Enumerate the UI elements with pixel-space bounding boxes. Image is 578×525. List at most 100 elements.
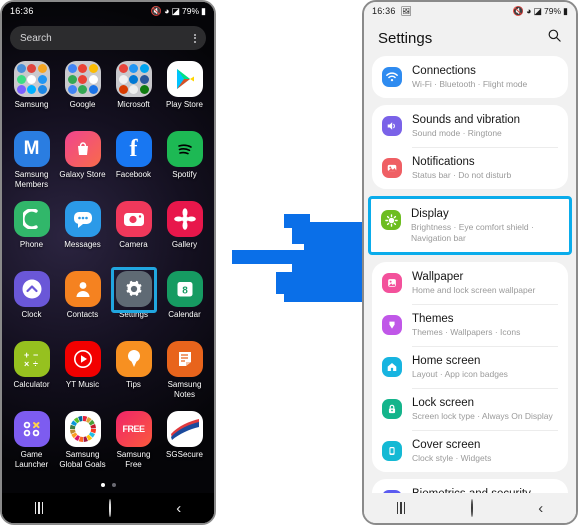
app-spotify[interactable]: Spotify (159, 128, 210, 194)
app-samsung-members[interactable]: M Samsung Members (6, 128, 57, 194)
app-label: Samsung Global Goals (59, 450, 106, 469)
app-label: SGSecure (166, 450, 203, 459)
kebab-menu-icon[interactable] (194, 33, 196, 43)
settings-row-subtitle: Brightness · Eye comfort shield · Naviga… (411, 222, 534, 243)
app-galaxy-store[interactable]: Galaxy Store (57, 128, 108, 194)
app-camera[interactable]: Camera (108, 198, 159, 264)
mute-icon: 🔇 (150, 5, 163, 16)
calculator-icon: + − × ÷ (13, 341, 50, 377)
left-nav-bar: ‹ (2, 493, 214, 523)
back-icon[interactable]: ‹ (538, 501, 543, 516)
settings-row-sounds-and-vibration[interactable]: Sounds and vibration Sound mode · Rington… (372, 105, 568, 147)
samsung-members-icon: M (13, 131, 50, 167)
settings-row-title: Sounds and vibration (412, 114, 521, 126)
settings-row-notifications[interactable]: Notifications Status bar · Do not disturb (372, 147, 568, 189)
app-label: Messages (64, 240, 101, 249)
google-icon (64, 61, 101, 97)
settings-row-text: Wallpaper Home and lock screen wallpaper (412, 270, 558, 296)
settings-icon (115, 271, 152, 307)
settings-row-title: Display (411, 208, 449, 220)
status-icons: 🔇 ◕ ◪ 79% ▮ (513, 6, 568, 16)
app-game-launcher[interactable]: Game Launcher (6, 408, 57, 474)
app-label: Spotify (172, 170, 197, 179)
volume-icon (382, 116, 402, 136)
app-calculator[interactable]: + − × ÷ Calculator (6, 338, 57, 404)
settings-row-lock-screen[interactable]: Lock screen Screen lock type · Always On … (372, 388, 568, 430)
app-settings[interactable]: Settings (108, 267, 159, 334)
settings-row-home-screen[interactable]: Home screen Layout · App icon badges (372, 346, 568, 388)
recents-icon[interactable] (396, 502, 406, 514)
wifi-icon: ◕ (526, 5, 532, 16)
home-icon[interactable] (108, 499, 111, 517)
recents-icon[interactable] (34, 502, 44, 514)
right-nav-bar: ‹ (364, 493, 576, 523)
app-samsung-global-goals[interactable]: Samsung Global Goals (57, 408, 108, 474)
themes-icon (382, 315, 402, 335)
app-contacts[interactable]: Contacts (57, 268, 108, 334)
settings-row-display[interactable]: Display Brightness · Eye comfort shield ·… (371, 199, 569, 252)
wifi-icon: ◕ (164, 5, 170, 16)
svg-text:÷: ÷ (33, 359, 38, 369)
settings-row-connections[interactable]: Connections Wi-Fi · Bluetooth · Flight mo… (372, 56, 568, 98)
app-label: Tips (126, 380, 141, 389)
settings-row-subtitle: Wi-Fi · Bluetooth · Flight mode (412, 79, 528, 89)
settings-row-subtitle: Layout · App icon badges (412, 369, 508, 379)
search-input[interactable]: Search (10, 26, 206, 50)
app-samsung-free[interactable]: FREE Samsung Free (108, 408, 159, 474)
app-tips[interactable]: Tips (108, 338, 159, 404)
app-yt-music[interactable]: YT Music (57, 338, 108, 404)
samsung-icon (13, 61, 50, 97)
signal-icon: ◪ (533, 5, 543, 16)
app-phone[interactable]: Phone (6, 198, 57, 264)
mute-icon: 🔇 (512, 5, 525, 16)
settings-row-subtitle: Screen lock type · Always On Display (412, 411, 553, 421)
settings-row-text: Home screen Layout · App icon badges (412, 354, 558, 380)
app-play-store[interactable]: Play Store (159, 58, 210, 124)
search-icon[interactable] (547, 28, 562, 48)
app-label: Samsung Free (116, 450, 151, 469)
app-label: Camera (119, 240, 148, 249)
back-icon[interactable]: ‹ (176, 501, 181, 516)
page-title: Settings (378, 29, 433, 47)
app-gallery[interactable]: Gallery (159, 198, 210, 264)
home-icon[interactable] (470, 499, 473, 517)
battery-percent: 79% (544, 6, 562, 16)
calendar-icon: 8 (166, 271, 203, 307)
settings-row-themes[interactable]: Themes Themes · Wallpapers · Icons (372, 304, 568, 346)
settings-list[interactable]: Connections Wi-Fi · Bluetooth · Flight mo… (364, 56, 576, 493)
settings-card-highlighted: Display Brightness · Eye comfort shield ·… (368, 196, 572, 255)
samsung-global-goals-icon (64, 411, 101, 447)
settings-card: Connections Wi-Fi · Bluetooth · Flight mo… (372, 56, 568, 98)
battery-icon: ▮ (201, 5, 206, 16)
samsung-free-icon: FREE (115, 411, 152, 447)
page-dot[interactable] (111, 483, 116, 487)
app-grid: Samsung Google Microsoft Play Store M Samsung… (6, 58, 210, 474)
app-calendar[interactable]: 8 Calendar (159, 268, 210, 334)
app-samsung[interactable]: Samsung (6, 58, 57, 124)
app-samsung-notes[interactable]: Samsung Notes (159, 338, 210, 404)
app-sgsecure[interactable]: SGSecure (159, 408, 210, 474)
app-label: Contacts (66, 310, 99, 319)
app-messages[interactable]: Messages (57, 198, 108, 264)
app-google[interactable]: Google (57, 58, 108, 124)
settings-row-text: Cover screen Clock style · Widgets (412, 438, 558, 464)
app-clock[interactable]: Clock (6, 268, 57, 334)
status-clock: 16:36 (10, 6, 34, 16)
settings-row-subtitle: Clock style · Widgets (412, 453, 492, 463)
gallery-icon (166, 201, 203, 237)
settings-row-cover-screen[interactable]: Cover screen Clock style · Widgets (372, 430, 568, 472)
play-store-icon (166, 61, 203, 97)
page-indicator-dots[interactable] (2, 483, 214, 487)
clock-icon (13, 271, 50, 307)
page-dot[interactable] (100, 483, 105, 487)
app-label: Microsoft (117, 100, 150, 109)
right-status-bar: 16:36 🖼 🔇 ◕ ◪ 79% ▮ (364, 2, 576, 20)
settings-row-title: Connections (412, 65, 476, 77)
settings-row-text: Display Brightness · Eye comfort shield ·… (411, 207, 559, 244)
cover-screen-icon (382, 441, 402, 461)
app-facebook[interactable]: f Facebook (108, 128, 159, 194)
app-microsoft[interactable]: Microsoft (108, 58, 159, 124)
app-label: Gallery (171, 240, 198, 249)
settings-row-biometrics-and-security[interactable]: Biometrics and security (372, 479, 568, 493)
settings-row-wallpaper[interactable]: Wallpaper Home and lock screen wallpaper (372, 262, 568, 304)
